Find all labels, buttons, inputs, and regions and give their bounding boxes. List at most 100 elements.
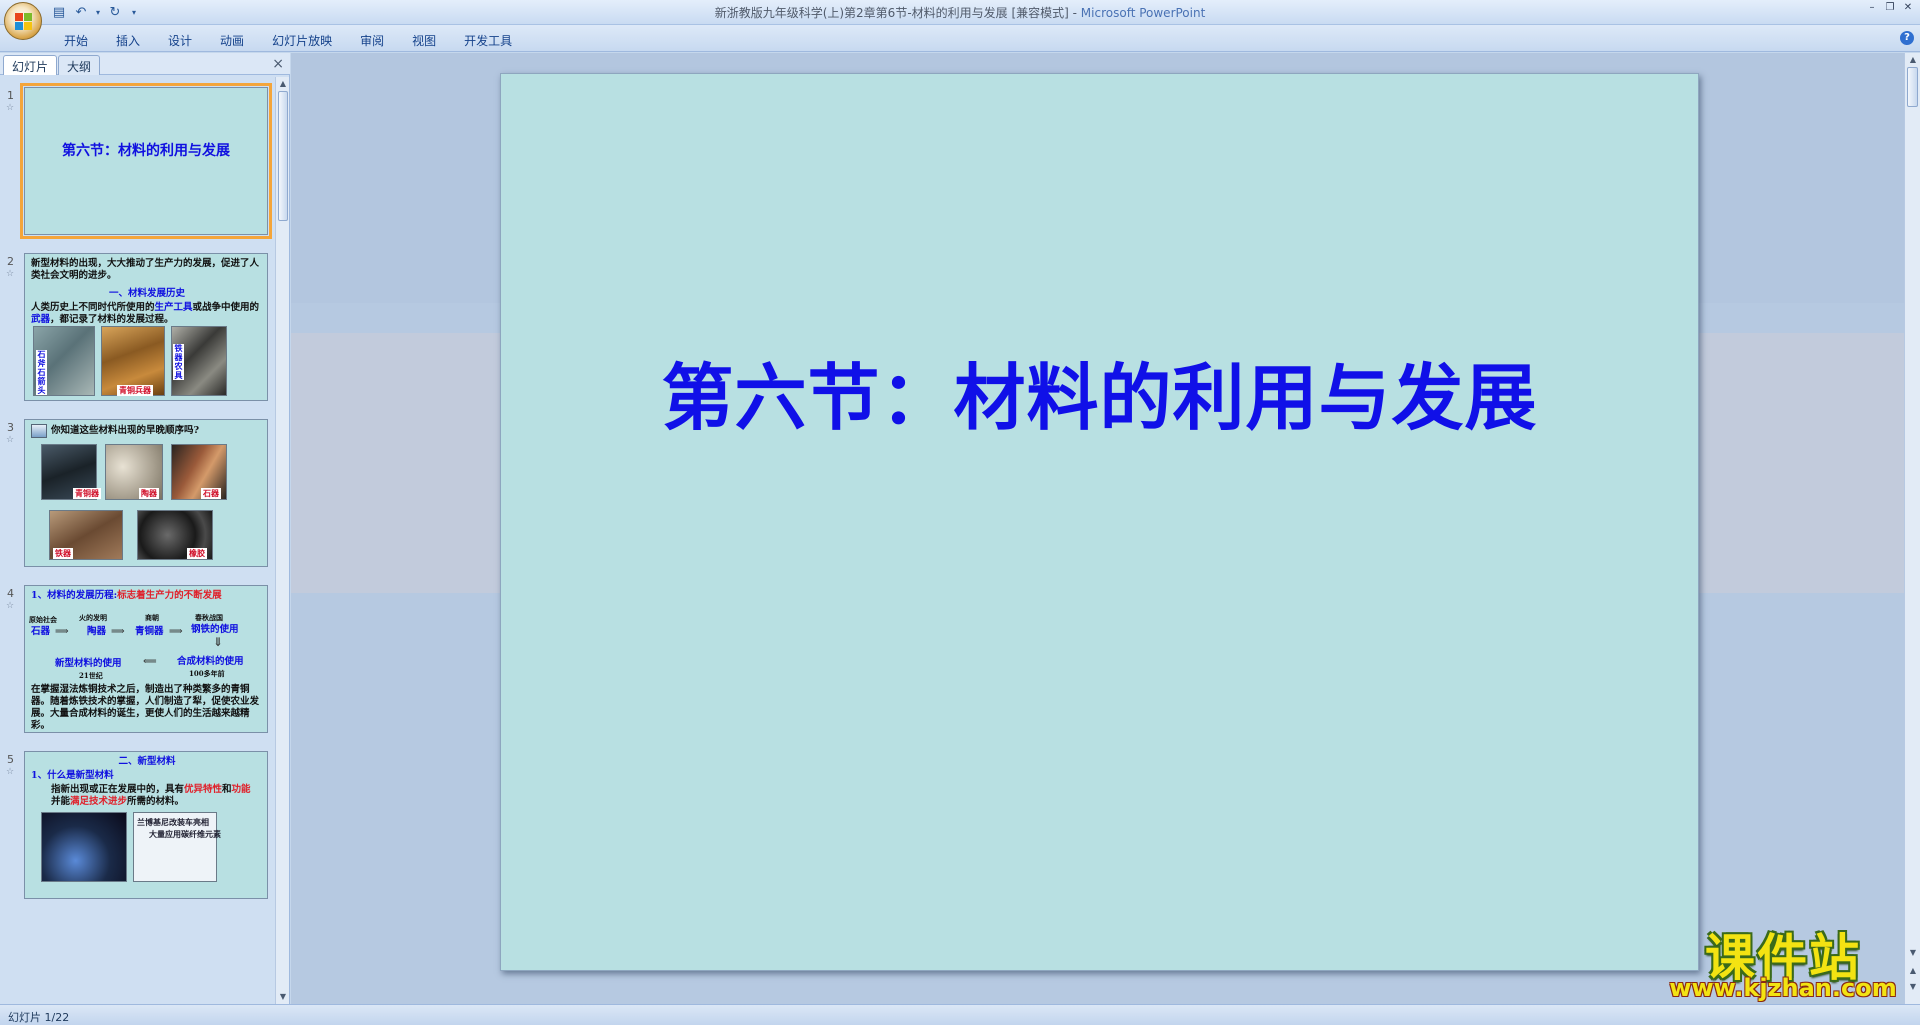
qat-dropdown-icon[interactable]: ▾: [94, 4, 102, 22]
tab-design[interactable]: 设计: [154, 29, 206, 52]
thumbnail-body: 指新出现或正在发展中的，具有优异特性和功能并能满足技术进步所需的材料。: [51, 784, 251, 807]
era-label: 商朝: [145, 613, 159, 622]
question-icon: [31, 424, 47, 438]
iron-tools-label: 铁器农具: [173, 343, 184, 380]
thumbnail-question: 你知道这些材料出现的早晚顺序吗?: [51, 425, 200, 436]
quick-access-toolbar: ▤ ↶ ▾ ↻ ▾: [50, 3, 140, 22]
slide-thumbnail-3[interactable]: 你知道这些材料出现的早晚顺序吗? 青铜器 陶器 石器 铁器 橡胶: [24, 419, 268, 567]
era-label: 春秋战国: [195, 613, 223, 622]
slide-number: 1: [7, 89, 14, 102]
watermark-url: www.kjzhan.com: [1669, 974, 1897, 1002]
customize-qat-icon[interactable]: ▾: [128, 4, 140, 22]
thumbnail-intro: 新型材料的出现，大大推动了生产力的发展，促进了人类社会文明的进步。: [31, 258, 260, 281]
scroll-down-icon[interactable]: ▼: [276, 990, 290, 1004]
office-logo-icon: [15, 13, 33, 31]
material-label: 橡胶: [187, 548, 207, 559]
slide-counter: 幻灯片 1/22: [8, 1011, 70, 1024]
animation-star-icon: ☆: [6, 767, 15, 777]
arrow-right-icon: ⟹: [111, 626, 125, 637]
material-label: 合成材料的使用: [177, 656, 244, 667]
window-controls: – ❐ ✕: [1864, 2, 1916, 14]
next-slide-icon[interactable]: ▼: [1905, 980, 1920, 994]
scroll-thumb[interactable]: [1907, 67, 1918, 107]
era-label: 100多年前: [189, 669, 225, 678]
slide-number: 3: [7, 421, 14, 434]
previous-slide-icon[interactable]: ▲: [1905, 964, 1920, 978]
era-label: 火的发明: [79, 613, 107, 622]
current-slide[interactable]: 第六节：材料的利用与发展: [500, 73, 1699, 971]
redo-icon[interactable]: ↻: [106, 4, 124, 22]
pane-tabs: 幻灯片 大纲 ×: [0, 53, 290, 75]
thumbnail-body: 人类历史上不同时代所使用的生产工具或战争中使用的武器，都记录了材料的发展过程。: [31, 302, 260, 325]
thumbnail-row-5[interactable]: 5 ☆ 二、新型材料 1、什么是新型材料 指新出现或正在发展中的，具有优异特性和…: [0, 751, 276, 911]
material-label: 石器: [201, 488, 221, 499]
arrow-right-icon: ⟹: [55, 626, 69, 637]
slide-number: 5: [7, 753, 14, 766]
slide-editing-area: 第六节：材料的利用与发展: [291, 53, 1904, 1004]
material-label: 新型材料的使用: [55, 658, 122, 669]
tab-slideshow[interactable]: 幻灯片放映: [258, 29, 346, 52]
thumbnail-heading: 1、材料的发展历程:标志着生产力的不断发展: [31, 590, 222, 601]
slide-thumbnail-1[interactable]: 第六节：材料的利用与发展: [20, 83, 272, 239]
slide-thumbnail-5[interactable]: 二、新型材料 1、什么是新型材料 指新出现或正在发展中的，具有优异特性和功能并能…: [24, 751, 268, 899]
thumbnail-heading: 一、材料发展历史: [108, 288, 185, 299]
scroll-up-icon[interactable]: ▲: [276, 77, 290, 91]
tab-slides[interactable]: 幻灯片: [3, 55, 58, 75]
tab-outline[interactable]: 大纲: [58, 55, 101, 75]
scroll-down-icon[interactable]: ▼: [1905, 946, 1920, 960]
scroll-up-icon[interactable]: ▲: [1905, 53, 1920, 67]
thumbnail-row-1[interactable]: 1 ☆ 第六节：材料的利用与发展: [0, 83, 276, 247]
stone-tools-label: 石斧石箭头: [36, 349, 47, 395]
tab-developer[interactable]: 开发工具: [450, 29, 526, 52]
office-button[interactable]: [4, 2, 42, 40]
editor-scrollbar[interactable]: ▲ ▼ ▲ ▼: [1904, 53, 1920, 1004]
tab-review[interactable]: 审阅: [346, 29, 398, 52]
thumbnail-subheading: 1、什么是新型材料: [31, 770, 114, 781]
animation-star-icon: ☆: [6, 103, 15, 113]
material-label: 陶器: [139, 488, 159, 499]
era-label: 21世纪: [79, 671, 103, 680]
thumbnail-row-4[interactable]: 4 ☆ 1、材料的发展历程:标志着生产力的不断发展 原始社会 石器 ⟹ 火的发明…: [0, 585, 276, 745]
arrow-left-icon: ⟸: [143, 656, 157, 667]
window-title: 新浙教版九年级科学(上)第2章第6节-材料的利用与发展 [兼容模式] - Mic…: [714, 6, 1206, 20]
material-label: 陶器: [87, 626, 107, 637]
thumbnail-body: 在掌握湿法炼铜技术之后，制造出了种类繁多的青铜器。随着炼铁技术的掌握，人们制造了…: [31, 684, 260, 731]
bronze-weapons-label: 青铜兵器: [117, 385, 153, 396]
thumbnail-heading: 二、新型材料: [118, 756, 176, 767]
save-icon[interactable]: ▤: [50, 4, 68, 22]
close-window-icon[interactable]: ✕: [1900, 2, 1916, 14]
restore-icon[interactable]: ❐: [1882, 2, 1898, 14]
scroll-thumb[interactable]: [278, 91, 288, 221]
animation-star-icon: ☆: [6, 601, 15, 611]
pane-close-icon[interactable]: ×: [272, 56, 284, 72]
help-icon[interactable]: ?: [1900, 31, 1914, 45]
fiber-optics-photo: [41, 812, 127, 882]
undo-icon[interactable]: ↶: [72, 4, 90, 22]
slide-thumbnail-2[interactable]: 新型材料的出现，大大推动了生产力的发展，促进了人类社会文明的进步。 一、材料发展…: [24, 253, 268, 401]
tab-home[interactable]: 开始: [50, 29, 102, 52]
slide-number: 4: [7, 587, 14, 600]
slide-title[interactable]: 第六节：材料的利用与发展: [501, 339, 1698, 444]
minimize-icon[interactable]: –: [1864, 2, 1880, 14]
era-label: 原始社会: [29, 615, 57, 624]
ribbon-tab-bar: 开始 插入 设计 动画 幻灯片放映 审阅 视图 开发工具 ?: [0, 25, 1920, 52]
slide-thumbnail-4[interactable]: 1、材料的发展历程:标志着生产力的不断发展 原始社会 石器 ⟹ 火的发明 陶器 …: [24, 585, 268, 733]
material-label: 青铜器: [73, 488, 101, 499]
material-label: 青铜器: [135, 626, 164, 637]
title-bar: ▤ ↶ ▾ ↻ ▾ 新浙教版九年级科学(上)第2章第6节-材料的利用与发展 [兼…: [0, 0, 1920, 40]
slide-number: 2: [7, 255, 14, 268]
pane-scrollbar[interactable]: ▲ ▼: [275, 77, 289, 1004]
car-caption-a: 兰博基尼改装车亮相: [137, 817, 209, 827]
tab-insert[interactable]: 插入: [102, 29, 154, 52]
thumbnail-row-3[interactable]: 3 ☆ 你知道这些材料出现的早晚顺序吗? 青铜器 陶器 石器 铁器 橡胶: [0, 419, 276, 579]
watermark-logo: 课件站 www.kjzhan.com: [1668, 918, 1898, 1004]
thumbnail-title: 第六节：材料的利用与发展: [62, 143, 230, 159]
slides-pane: 幻灯片 大纲 × 1 ☆ 第六节：材料的利用与发展 2 ☆ 新型材料的出现，大大…: [0, 53, 290, 1004]
material-label: 铁器: [53, 548, 73, 559]
tab-view[interactable]: 视图: [398, 29, 450, 52]
thumbnail-list: 1 ☆ 第六节：材料的利用与发展 2 ☆ 新型材料的出现，大大推动了生产力的发展…: [0, 77, 276, 1004]
tab-animations[interactable]: 动画: [206, 29, 258, 52]
animation-star-icon: ☆: [6, 435, 15, 445]
thumbnail-row-2[interactable]: 2 ☆ 新型材料的出现，大大推动了生产力的发展，促进了人类社会文明的进步。 一、…: [0, 253, 276, 413]
arrow-right-icon: ⟹: [169, 626, 183, 637]
